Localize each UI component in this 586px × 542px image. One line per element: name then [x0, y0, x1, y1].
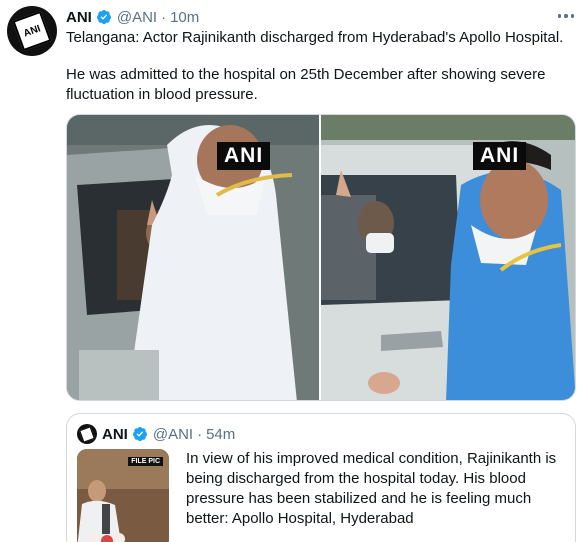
quoted-tweet[interactable]: ANI @ANI · 54m FILE PIC In view of his i…	[66, 413, 576, 542]
photo-left-scene	[67, 115, 319, 400]
tweet-media[interactable]: ANI ANI	[66, 114, 576, 401]
photo-right[interactable]: ANI	[321, 115, 575, 400]
tweet-text-line1: Telangana: Actor Rajinikanth discharged …	[66, 29, 564, 46]
photo-left[interactable]: ANI	[67, 115, 319, 400]
tweet-text-line2: He was admitted to the hospital on 25th …	[66, 66, 546, 103]
quoted-timestamp[interactable]: 54m	[206, 426, 235, 443]
ani-watermark: ANI	[217, 142, 271, 170]
author-handle[interactable]: @ANI	[117, 9, 157, 26]
ani-watermark: ANI	[473, 142, 527, 170]
separator-dot: ·	[161, 8, 167, 26]
quoted-thumbnail[interactable]: FILE PIC	[77, 449, 169, 542]
photo-right-scene	[321, 115, 575, 400]
quoted-author-handle[interactable]: @ANI	[153, 426, 193, 443]
more-options-icon[interactable]	[556, 8, 576, 24]
quoted-tweet-text: In view of his improved medical conditio…	[186, 450, 557, 527]
quoted-avatar[interactable]	[77, 424, 97, 444]
quoted-header: ANI @ANI · 54m	[102, 424, 235, 444]
author-name[interactable]: ANI	[66, 9, 92, 26]
ani-avatar[interactable]: ANI	[7, 6, 57, 56]
quoted-author-name[interactable]: ANI	[102, 426, 128, 443]
ani-logo: ANI	[12, 10, 52, 52]
verified-badge-icon	[132, 427, 147, 442]
separator-dot: ·	[197, 425, 203, 443]
file-pic-label: FILE PIC	[128, 457, 163, 466]
tweet-timestamp[interactable]: 10m	[170, 9, 199, 26]
tweet[interactable]: ANI ANI @ANI · 10m Telangana: Actor Raji…	[0, 0, 586, 542]
verified-badge-icon	[96, 10, 111, 25]
tweet-header: ANI @ANI · 10m	[66, 6, 199, 28]
